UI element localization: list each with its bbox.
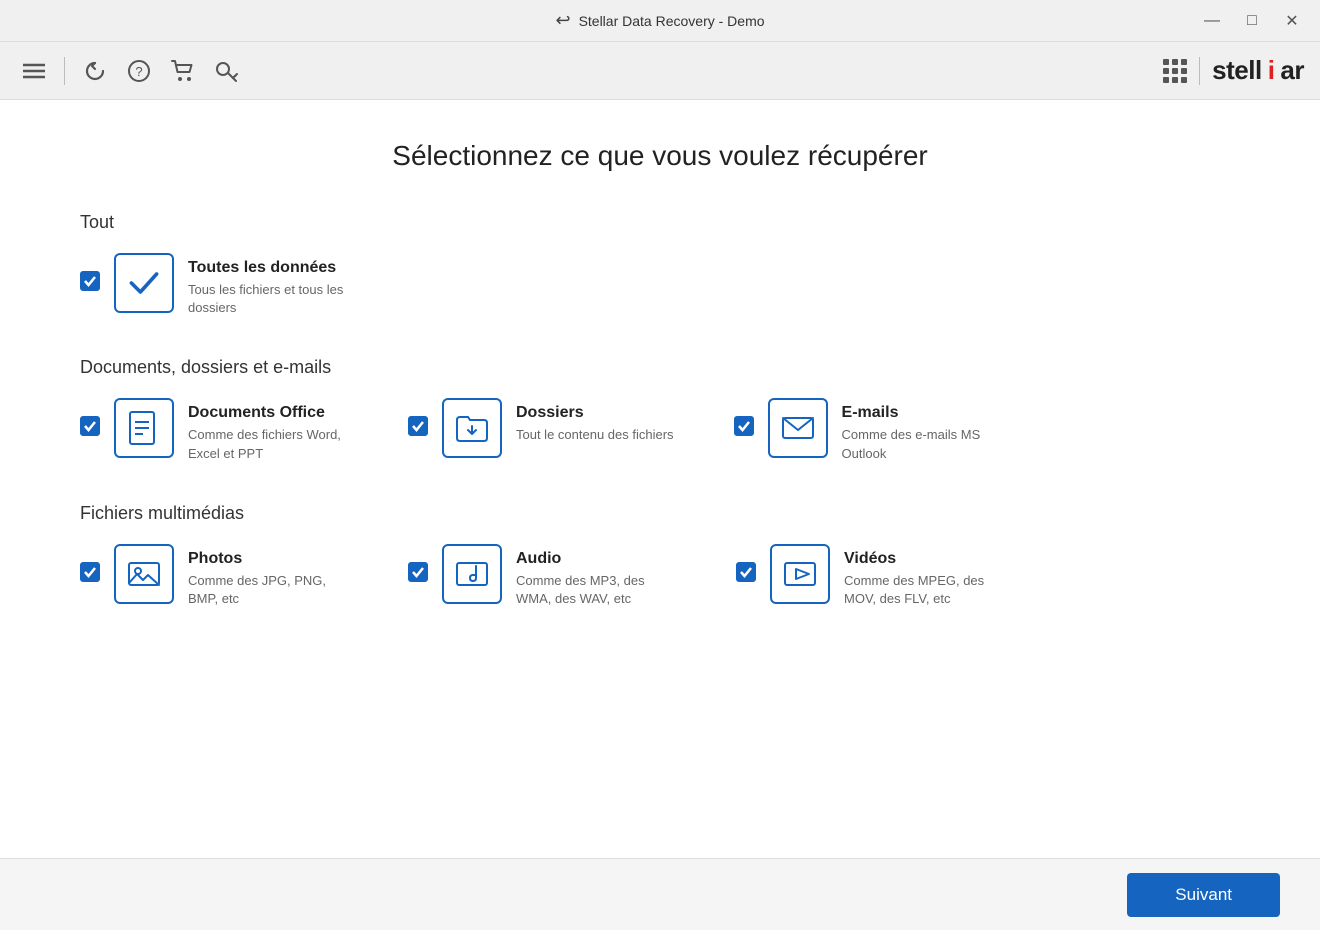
item-text-toutes-donnees: Toutes les données Tous les fichiers et … bbox=[188, 253, 348, 317]
item-name-toutes-donnees: Toutes les données bbox=[188, 259, 348, 277]
item-documents-office[interactable]: Documents Office Comme des fichiers Word… bbox=[80, 398, 348, 462]
section-title-documents: Documents, dossiers et e-mails bbox=[80, 357, 1240, 378]
toolbar-left: ? bbox=[16, 53, 245, 89]
item-dossiers[interactable]: Dossiers Tout le contenu des fichiers bbox=[408, 398, 674, 462]
section-title-tout: Tout bbox=[80, 212, 1240, 233]
next-button[interactable]: Suivant bbox=[1127, 873, 1280, 917]
checkbox-toutes-donnees[interactable] bbox=[80, 271, 100, 291]
item-desc-emails: Comme des e-mails MS Outlook bbox=[842, 426, 1002, 462]
item-name-emails: E-mails bbox=[842, 404, 1002, 422]
toolbar: ? stelliar bbox=[0, 42, 1320, 100]
item-text-videos: Vidéos Comme des MPEG, des MOV, des FLV,… bbox=[844, 544, 1004, 608]
checkbox-photos[interactable] bbox=[80, 562, 100, 582]
section-title-multimedia: Fichiers multimédias bbox=[80, 503, 1240, 524]
item-desc-toutes-donnees: Tous les fichiers et tous les dossiers bbox=[188, 281, 348, 317]
section-tout: Tout Toutes les données To bbox=[80, 212, 1240, 317]
checkbox-emails[interactable] bbox=[734, 416, 754, 436]
logo-red-i: i bbox=[1268, 55, 1275, 86]
icon-box-emails bbox=[768, 398, 828, 458]
apps-grid-icon[interactable] bbox=[1163, 59, 1187, 83]
section-items-tout: Toutes les données Tous les fichiers et … bbox=[80, 253, 1240, 317]
app-title: ↩ Stellar Data Recovery - Demo bbox=[555, 10, 764, 31]
item-photos[interactable]: Photos Comme des JPG, PNG, BMP, etc bbox=[80, 544, 348, 608]
item-name-photos: Photos bbox=[188, 550, 348, 568]
icon-box-audio bbox=[442, 544, 502, 604]
item-audio[interactable]: Audio Comme des MP3, des WMA, des WAV, e… bbox=[408, 544, 676, 608]
content-area: Sélectionnez ce que vous voulez récupére… bbox=[0, 100, 1320, 858]
svg-text:?: ? bbox=[135, 64, 142, 79]
close-button[interactable]: ✕ bbox=[1280, 9, 1304, 33]
icon-box-toutes-donnees bbox=[114, 253, 174, 313]
icon-box-documents-office bbox=[114, 398, 174, 458]
item-desc-audio: Comme des MP3, des WMA, des WAV, etc bbox=[516, 572, 676, 608]
key-icon[interactable] bbox=[209, 53, 245, 89]
minimize-button[interactable]: — bbox=[1200, 9, 1224, 33]
title-text: Stellar Data Recovery - Demo bbox=[579, 13, 765, 29]
section-documents: Documents, dossiers et e-mails bbox=[80, 357, 1240, 462]
section-items-multimedia: Photos Comme des JPG, PNG, BMP, etc bbox=[80, 544, 1240, 608]
stellar-logo: stelliar bbox=[1212, 55, 1304, 86]
toolbar-right: stelliar bbox=[1163, 55, 1304, 86]
checkbox-videos[interactable] bbox=[736, 562, 756, 582]
toolbar-separator bbox=[64, 57, 65, 85]
item-name-videos: Vidéos bbox=[844, 550, 1004, 568]
item-desc-photos: Comme des JPG, PNG, BMP, etc bbox=[188, 572, 348, 608]
item-desc-documents-office: Comme des fichiers Word, Excel et PPT bbox=[188, 426, 348, 462]
checkbox-documents-office[interactable] bbox=[80, 416, 100, 436]
window-controls: — □ ✕ bbox=[1200, 9, 1304, 33]
bottom-bar: Suivant bbox=[0, 858, 1320, 930]
main-content: Sélectionnez ce que vous voulez récupére… bbox=[0, 100, 1320, 930]
item-text-audio: Audio Comme des MP3, des WMA, des WAV, e… bbox=[516, 544, 676, 608]
item-name-dossiers: Dossiers bbox=[516, 404, 674, 422]
logo-text-1: stell bbox=[1212, 55, 1262, 86]
section-items-documents: Documents Office Comme des fichiers Word… bbox=[80, 398, 1240, 462]
item-emails[interactable]: E-mails Comme des e-mails MS Outlook bbox=[734, 398, 1002, 462]
help-icon[interactable]: ? bbox=[121, 53, 157, 89]
icon-box-photos bbox=[114, 544, 174, 604]
back-arrow-icon: ↩ bbox=[555, 10, 570, 31]
cart-icon[interactable] bbox=[165, 53, 201, 89]
section-multimedia: Fichiers multimédias Ph bbox=[80, 503, 1240, 608]
logo-separator bbox=[1199, 57, 1200, 85]
item-name-audio: Audio bbox=[516, 550, 676, 568]
title-bar: ↩ Stellar Data Recovery - Demo — □ ✕ bbox=[0, 0, 1320, 42]
item-text-dossiers: Dossiers Tout le contenu des fichiers bbox=[516, 398, 674, 444]
item-text-photos: Photos Comme des JPG, PNG, BMP, etc bbox=[188, 544, 348, 608]
checkbox-dossiers[interactable] bbox=[408, 416, 428, 436]
maximize-button[interactable]: □ bbox=[1240, 9, 1264, 33]
page-title: Sélectionnez ce que vous voulez récupére… bbox=[80, 140, 1240, 172]
item-desc-dossiers: Tout le contenu des fichiers bbox=[516, 426, 674, 444]
icon-box-dossiers bbox=[442, 398, 502, 458]
item-videos[interactable]: Vidéos Comme des MPEG, des MOV, des FLV,… bbox=[736, 544, 1004, 608]
icon-box-videos bbox=[770, 544, 830, 604]
checkbox-audio[interactable] bbox=[408, 562, 428, 582]
item-desc-videos: Comme des MPEG, des MOV, des FLV, etc bbox=[844, 572, 1004, 608]
logo-text-2: ar bbox=[1280, 55, 1304, 86]
item-text-emails: E-mails Comme des e-mails MS Outlook bbox=[842, 398, 1002, 462]
menu-icon[interactable] bbox=[16, 53, 52, 89]
item-name-documents-office: Documents Office bbox=[188, 404, 348, 422]
recover-icon[interactable] bbox=[77, 53, 113, 89]
item-text-documents-office: Documents Office Comme des fichiers Word… bbox=[188, 398, 348, 462]
item-toutes-donnees[interactable]: Toutes les données Tous les fichiers et … bbox=[80, 253, 348, 317]
